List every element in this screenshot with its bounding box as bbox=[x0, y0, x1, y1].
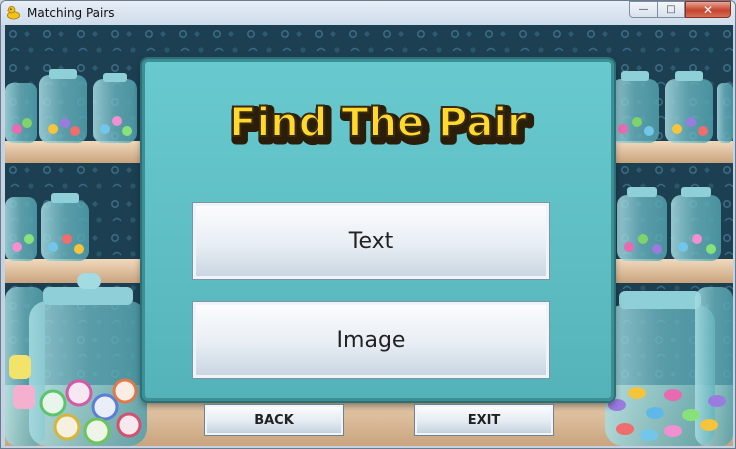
heading-title: Find The Pair bbox=[229, 100, 527, 146]
image-mode-button[interactable]: Image bbox=[192, 301, 550, 379]
app-window: Matching Pairs — □ ✕ Find The Pair Find … bbox=[0, 0, 736, 449]
title-bar[interactable]: Matching Pairs — □ ✕ bbox=[1, 1, 735, 25]
text-mode-label: Text bbox=[348, 228, 394, 254]
window-title: Matching Pairs bbox=[27, 6, 115, 20]
minimize-button[interactable]: — bbox=[629, 1, 657, 18]
minimize-icon: — bbox=[638, 4, 649, 15]
window-controls: — □ ✕ bbox=[629, 1, 731, 19]
close-button[interactable]: ✕ bbox=[685, 1, 731, 18]
game-logo-heading: Find The Pair Find The Pair bbox=[228, 99, 535, 155]
close-icon: ✕ bbox=[702, 2, 714, 17]
maximize-icon: □ bbox=[666, 4, 676, 15]
back-button[interactable]: BACK bbox=[204, 404, 344, 436]
duck-icon bbox=[6, 6, 20, 20]
menu-panel: Find The Pair Find The Pair Text Image bbox=[142, 59, 614, 401]
exit-label: EXIT bbox=[467, 412, 501, 428]
image-mode-label: Image bbox=[336, 327, 406, 353]
back-label: BACK bbox=[254, 412, 294, 428]
game-scene: Find The Pair Find The Pair Text Image B… bbox=[5, 25, 733, 446]
maximize-button[interactable]: □ bbox=[657, 1, 685, 18]
exit-button[interactable]: EXIT bbox=[414, 404, 554, 436]
text-mode-button[interactable]: Text bbox=[192, 202, 550, 280]
